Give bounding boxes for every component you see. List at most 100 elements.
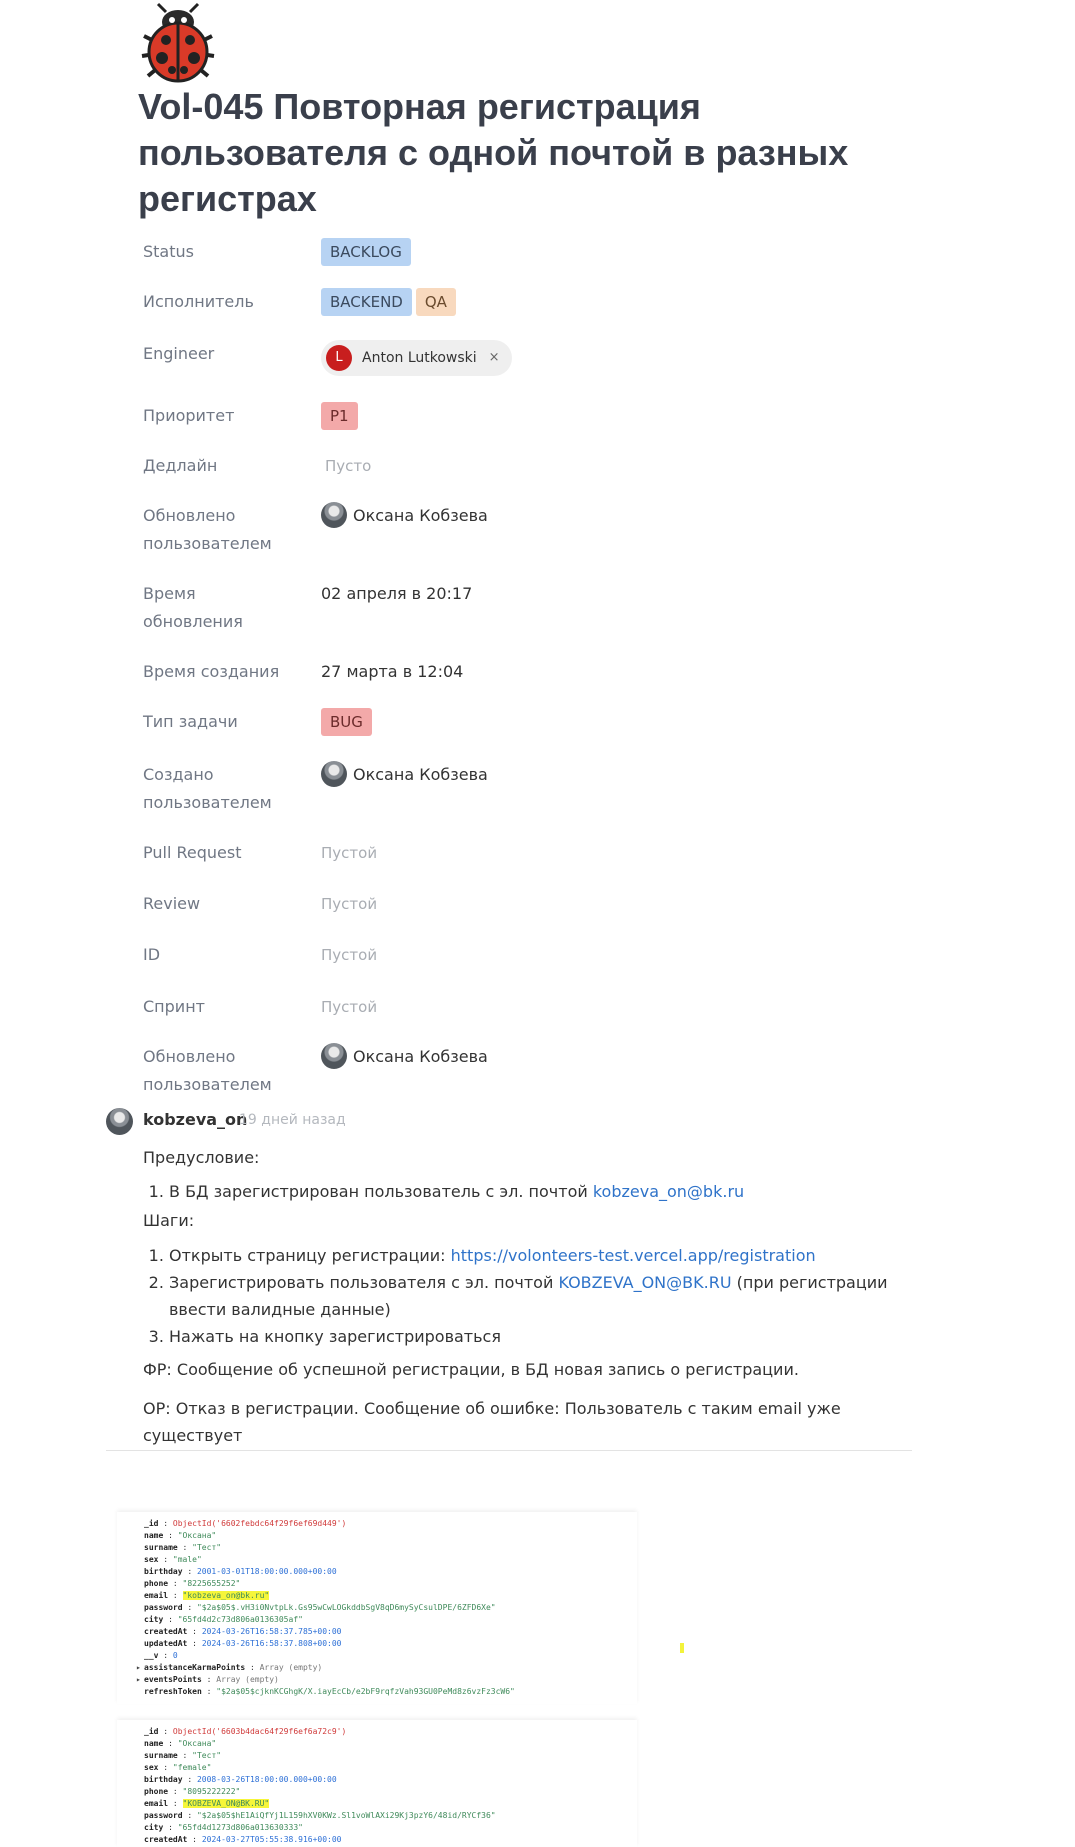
property-label: Pull Request (143, 843, 242, 862)
record-field: surname : "Тест" (144, 1751, 222, 1760)
field-value: "Тест" (192, 1751, 222, 1760)
avatar (321, 501, 347, 528)
sprint-value[interactable]: Пустой (321, 998, 377, 1016)
updated-by-user[interactable]: Оксана Кобзева (353, 506, 488, 525)
property-label: Исполнитель (143, 292, 254, 311)
field-value: 2008-03-26T18:00:00.000+00:00 (196, 1775, 337, 1784)
priority-tag[interactable]: P1 (321, 402, 358, 430)
precondition-title: Предусловие: (143, 1148, 260, 1167)
highlight-mark (680, 1643, 684, 1653)
field-key: email (144, 1591, 169, 1600)
field-key: eventsPoints (144, 1675, 202, 1684)
updated-by-user[interactable]: Оксана Кобзева (353, 1047, 488, 1066)
field-value: ObjectId('6603b4dac64f29f6ef6a72c9') (172, 1727, 347, 1736)
engineer-name: Anton Lutkowski (362, 350, 477, 366)
page-title: Vol-045 Повторная регистрация пользовате… (138, 86, 849, 219)
created-by-user[interactable]: Оксана Кобзева (353, 765, 488, 784)
steps-list: Открыть страницу регистрации: https://vo… (143, 1242, 923, 1350)
list-item: В БД зарегистрирован пользователь с эл. … (169, 1178, 923, 1205)
comment-author[interactable]: kobzeva_on (143, 1110, 247, 1129)
field-value: "Оксана" (177, 1531, 217, 1540)
comment-time: 19 дней назад (239, 1112, 346, 1128)
record-field: password : "$2a$05$.vH3i0NvtpLk.Gs95wCwL… (144, 1603, 496, 1612)
attachment-image[interactable]: _id : ObjectId('6603b4dac64f29f6ef6a72c9… (117, 1720, 637, 1847)
field-value: 0 (172, 1651, 178, 1660)
field-value: "$2a$05$.vH3i0NvtpLk.Gs95wCwLOGkddbSgV8q… (196, 1603, 496, 1612)
id-value[interactable]: Пустой (321, 946, 377, 964)
field-key: surname (144, 1751, 178, 1760)
field-value: "65fd4d2c73d806a0136305af" (177, 1615, 303, 1624)
field-key: updatedAt (144, 1639, 188, 1648)
avatar (321, 760, 347, 787)
field-value: "$2a$05$cjknKCGhgK/X.iayEcCb/e2bF9rqfzVa… (216, 1687, 515, 1696)
record-field: sex : "male" (144, 1555, 202, 1564)
record-field: name : "Оксана" (144, 1739, 217, 1748)
field-value: Array (empty) (216, 1675, 279, 1684)
field-key: assistanceKarmaPoints (144, 1663, 246, 1672)
list-item: Зарегистрировать пользователя с эл. почт… (169, 1269, 923, 1323)
field-value: 2001-03-01T18:00:00.000+00:00 (196, 1567, 337, 1576)
list-item: Нажать на кнопку зарегистрироваться (169, 1323, 923, 1350)
engineer-chip[interactable]: L Anton Lutkowski × (321, 340, 512, 376)
comment-body: Предусловие: В БД зарегистрирован пользо… (143, 1144, 923, 1449)
property-label: Время создания (143, 662, 280, 681)
assignee-tag-backend[interactable]: BACKEND (321, 288, 412, 316)
property-label: Время обновления (143, 584, 243, 631)
registration-link[interactable]: https://volonteers-test.vercel.app/regis… (451, 1246, 816, 1265)
ladybug-icon (141, 2, 215, 83)
property-label: Тип задачи (143, 712, 238, 731)
created-time-value: 27 марта в 12:04 (321, 662, 464, 681)
field-key: email (144, 1799, 169, 1808)
task-type-tag[interactable]: BUG (321, 708, 372, 736)
field-value: "female" (172, 1763, 212, 1772)
avatar[interactable] (106, 1108, 133, 1135)
record-field: email : "kobzeva_on@bk.ru" (144, 1591, 270, 1600)
field-value: "male" (172, 1555, 202, 1564)
record-field: phone : "8225655252" (144, 1579, 241, 1588)
field-key: refreshToken (144, 1687, 202, 1696)
attachment-image[interactable]: _id : ObjectId('6602febdc64f29f6ef69d449… (117, 1512, 637, 1704)
field-key: name (144, 1739, 164, 1748)
field-key: birthday (144, 1567, 183, 1576)
updated-time-value: 02 апреля в 20:17 (321, 584, 473, 603)
list-item: Открыть страницу регистрации: https://vo… (169, 1242, 923, 1269)
field-value: "8095222222" (182, 1787, 241, 1796)
record-field: _id : ObjectId('6603b4dac64f29f6ef6a72c9… (144, 1727, 347, 1736)
property-label: Спринт (143, 997, 205, 1016)
record-field: city : "65fd4d2c73d806a0136305af" (144, 1615, 303, 1624)
property-label: Status (143, 242, 194, 261)
field-key: birthday (144, 1775, 183, 1784)
field-key: createdAt (144, 1835, 188, 1844)
field-value: "KOBZEVA_ON@BK.RU" (182, 1799, 270, 1808)
field-value: "$2a$05$hE1AiQfYj1L159hXV0KWz.Sl1voWlAXi… (196, 1811, 496, 1820)
field-key: surname (144, 1543, 178, 1552)
field-key: sex (144, 1555, 159, 1564)
field-key: password (144, 1811, 183, 1820)
avatar (321, 1042, 347, 1069)
record-field: __v : 0 (144, 1651, 178, 1660)
email-link[interactable]: KOBZEVA_ON@BK.RU (558, 1273, 731, 1292)
field-key: city (144, 1615, 164, 1624)
steps-title: Шаги: (143, 1211, 195, 1230)
field-value: 2024-03-27T05:55:38.916+00:00 (201, 1835, 342, 1844)
record-field: refreshToken : "$2a$05$cjknKCGhgK/X.iayE… (144, 1687, 515, 1696)
pull-request-value[interactable]: Пустой (321, 844, 377, 862)
expected-result: ОР: Отказ в регистрации. Сообщение об ош… (143, 1399, 841, 1445)
record-field: birthday : 2001-03-01T18:00:00.000+00:00 (144, 1567, 337, 1576)
property-label: Приоритет (143, 406, 235, 425)
field-value: 2024-03-26T16:58:37.808+00:00 (201, 1639, 342, 1648)
record-field: birthday : 2008-03-26T18:00:00.000+00:00 (144, 1775, 337, 1784)
remove-engineer-button[interactable]: × (489, 344, 500, 372)
expand-caret-icon[interactable]: ▸ (136, 1662, 141, 1674)
review-value[interactable]: Пустой (321, 895, 377, 913)
field-value: Array (empty) (259, 1663, 323, 1672)
property-label: Engineer (143, 344, 215, 363)
email-link[interactable]: kobzeva_on@bk.ru (593, 1182, 744, 1201)
record-field: updatedAt : 2024-03-26T16:58:37.808+00:0… (144, 1639, 342, 1648)
property-label: ID (143, 945, 161, 964)
expand-caret-icon[interactable]: ▸ (136, 1674, 141, 1686)
assignee-tag-qa[interactable]: QA (415, 288, 456, 316)
status-tag[interactable]: BACKLOG (321, 238, 411, 266)
record-field: ▸ eventsPoints : Array (empty) (136, 1674, 279, 1686)
deadline-value[interactable]: Пусто (325, 457, 371, 475)
